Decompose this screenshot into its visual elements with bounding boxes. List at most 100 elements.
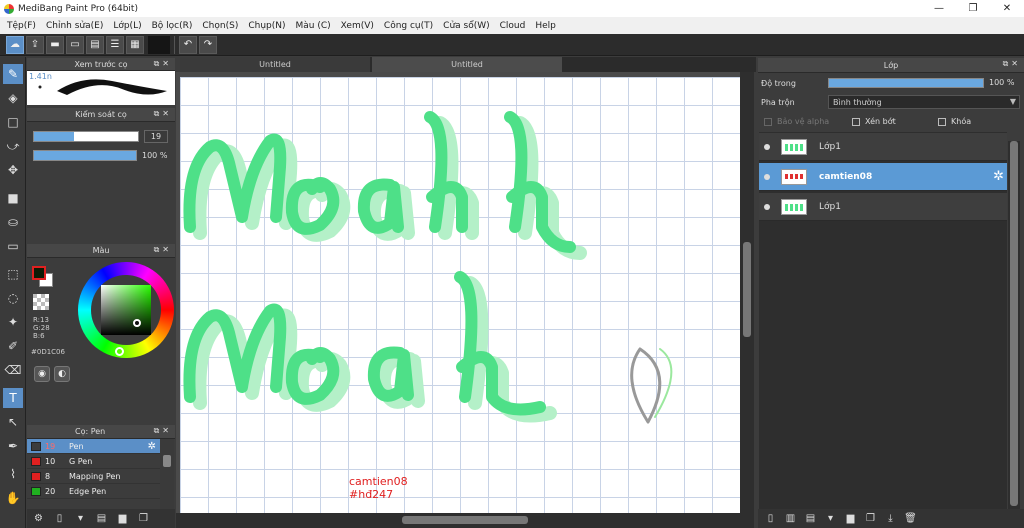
page-icon[interactable]: ▤ <box>86 35 104 54</box>
brush-item-mapping-pen[interactable]: 8 Mapping Pen <box>27 469 160 484</box>
duplicate-icon[interactable]: ❐ <box>136 512 151 526</box>
transparent-color-swatch[interactable] <box>33 294 49 310</box>
menu-cloud[interactable]: Cloud <box>495 21 531 31</box>
scroll-thumb[interactable] <box>163 455 171 467</box>
menu-layer[interactable]: Lớp(L) <box>108 21 146 31</box>
stroke-tool-icon[interactable]: ⤻ <box>3 136 23 156</box>
gear-icon[interactable]: ✲ <box>148 441 156 452</box>
list-icon[interactable]: ☰ <box>106 35 124 54</box>
fill-rect-tool-icon[interactable]: ■ <box>3 188 23 208</box>
cloud-icon[interactable]: ☁ <box>6 35 24 54</box>
merge-down-icon[interactable]: ⤓ <box>883 512 898 526</box>
operation-tool-icon[interactable]: ↖ <box>3 412 23 432</box>
brush-file-icon[interactable]: ▤ <box>94 512 109 526</box>
gradient-tool-icon[interactable]: ▭ <box>3 236 23 256</box>
tab-untitled-2[interactable]: Untitled <box>372 57 562 72</box>
trash-icon[interactable]: 🗑 <box>903 512 918 526</box>
brush-tool-icon[interactable]: ✎ <box>3 64 23 84</box>
select-eraser-tool-icon[interactable]: ⌫ <box>3 360 23 380</box>
hue-picker-handle[interactable] <box>115 347 124 356</box>
minimize-button[interactable]: — <box>922 0 956 17</box>
menu-snap[interactable]: Chụp(N) <box>243 21 290 31</box>
protect-alpha-checkbox[interactable]: Bảo vệ alpha <box>764 117 829 126</box>
menu-view[interactable]: Xem(V) <box>336 21 379 31</box>
share-icon[interactable]: ⇪ <box>26 35 44 54</box>
visibility-icon[interactable] <box>764 143 770 150</box>
menu-edit[interactable]: Chỉnh sửa(E) <box>41 21 108 31</box>
brush-list-scrollbar[interactable] <box>160 439 174 509</box>
redo-button[interactable]: ↷ <box>199 35 217 54</box>
maximize-button[interactable]: ❐ <box>956 0 990 17</box>
lasso-tool-icon[interactable]: ◌ <box>3 288 23 308</box>
select-pen-tool-icon[interactable]: ✐ <box>3 336 23 356</box>
brush-opacity-slider[interactable] <box>33 150 137 161</box>
visibility-icon[interactable] <box>764 173 770 180</box>
sv-picker-handle[interactable] <box>133 319 141 327</box>
brush-item-pen[interactable]: 19 Pen ✲ <box>27 439 160 454</box>
brush-size-slider[interactable] <box>33 131 139 142</box>
message-icon[interactable]: ▭ <box>66 35 84 54</box>
select-rect-tool-icon[interactable]: ⬚ <box>3 264 23 284</box>
panel-controls-icon[interactable]: ⧉✕ <box>154 426 172 436</box>
scroll-thumb[interactable] <box>402 516 528 524</box>
undo-button[interactable]: ↶ <box>179 35 197 54</box>
gear-icon[interactable]: ✲ <box>993 169 1004 184</box>
folder-icon[interactable]: ▆ <box>843 512 858 526</box>
bucket-tool-icon[interactable]: ⛀ <box>3 212 23 232</box>
folder-icon[interactable]: ▆ <box>115 512 130 526</box>
canvas-vertical-scrollbar[interactable] <box>740 72 754 513</box>
panel-controls-icon[interactable]: ⧉✕ <box>154 109 172 119</box>
menu-filter[interactable]: Bộ lọc(R) <box>147 21 198 31</box>
menu-help[interactable]: Help <box>530 21 561 31</box>
eyedropper-alt-tool-icon[interactable]: ⌇ <box>3 464 23 484</box>
color-palette-icon[interactable]: ◉ <box>34 366 50 382</box>
layer-opacity-slider[interactable] <box>828 78 984 88</box>
eraser-tool-icon[interactable]: ◈ <box>3 88 23 108</box>
close-button[interactable]: ✕ <box>990 0 1024 17</box>
layer-item[interactable]: Lớp1 <box>759 193 1007 221</box>
new-layer-icon[interactable]: ▯ <box>763 512 778 526</box>
move-tool-icon[interactable]: ✥ <box>3 160 23 180</box>
new-brush-icon[interactable]: ▯ <box>52 512 67 526</box>
lock-checkbox[interactable]: Khóa <box>938 117 971 126</box>
blend-mode-select[interactable]: Bình thường ▼ <box>828 95 1020 109</box>
hand-tool-icon[interactable]: ✋ <box>3 488 23 508</box>
saturation-value-square[interactable] <box>101 285 151 335</box>
hue-wheel[interactable] <box>78 262 174 358</box>
new-halftone-layer-icon[interactable]: ▥ <box>783 512 798 526</box>
grid-icon[interactable]: ▦ <box>126 35 144 54</box>
comment-icon[interactable]: ▬ <box>46 35 64 54</box>
scroll-thumb[interactable] <box>1010 141 1018 506</box>
clipping-checkbox[interactable]: Xén bớt <box>852 117 896 126</box>
eyedropper-tool-icon[interactable]: ✒ <box>3 436 23 456</box>
layer-list-scrollbar[interactable] <box>1008 141 1020 509</box>
foreground-color-swatch[interactable] <box>32 266 46 280</box>
visibility-icon[interactable] <box>764 203 770 210</box>
menu-window[interactable]: Cửa sổ(W) <box>438 21 494 31</box>
layer-item[interactable]: Lớp1 <box>759 133 1007 161</box>
menu-select[interactable]: Chọn(S) <box>197 21 243 31</box>
text-tool-icon[interactable]: T <box>3 388 23 408</box>
color-set-icon[interactable]: ◐ <box>54 366 70 382</box>
brush-item-edge-pen[interactable]: 20 Edge Pen <box>27 484 160 499</box>
panel-controls-icon[interactable]: ⧉✕ <box>1003 59 1021 69</box>
rectangle-tool-icon[interactable]: □ <box>3 112 23 132</box>
brush-add-icon[interactable]: ⚙ <box>31 512 46 526</box>
layer-item-selected[interactable]: camtien08 ✲ <box>759 163 1007 191</box>
brush-add-menu-icon[interactable]: ▾ <box>73 512 88 526</box>
add-layer-menu-icon[interactable]: ▾ <box>823 512 838 526</box>
canvas-horizontal-scrollbar[interactable] <box>176 513 754 528</box>
menu-file[interactable]: Tệp(F) <box>2 21 41 31</box>
canvas-viewport[interactable]: camtien08 #hđ247 <box>176 72 740 513</box>
brush-item-g-pen[interactable]: 10 G Pen <box>27 454 160 469</box>
menu-tools[interactable]: Công cụ(T) <box>379 21 438 31</box>
brush-size-value[interactable]: 19 <box>144 130 168 143</box>
drawing-canvas[interactable]: camtien08 #hđ247 <box>180 77 740 513</box>
duplicate-layer-icon[interactable]: ❐ <box>863 512 878 526</box>
panel-controls-icon[interactable]: ⧉✕ <box>154 59 172 69</box>
panel-controls-icon[interactable]: ⧉✕ <box>154 245 172 255</box>
magic-wand-tool-icon[interactable]: ✦ <box>3 312 23 332</box>
menu-color[interactable]: Màu (C) <box>291 21 336 31</box>
scroll-thumb[interactable] <box>743 242 751 337</box>
new-8bit-layer-icon[interactable]: ▤ <box>803 512 818 526</box>
